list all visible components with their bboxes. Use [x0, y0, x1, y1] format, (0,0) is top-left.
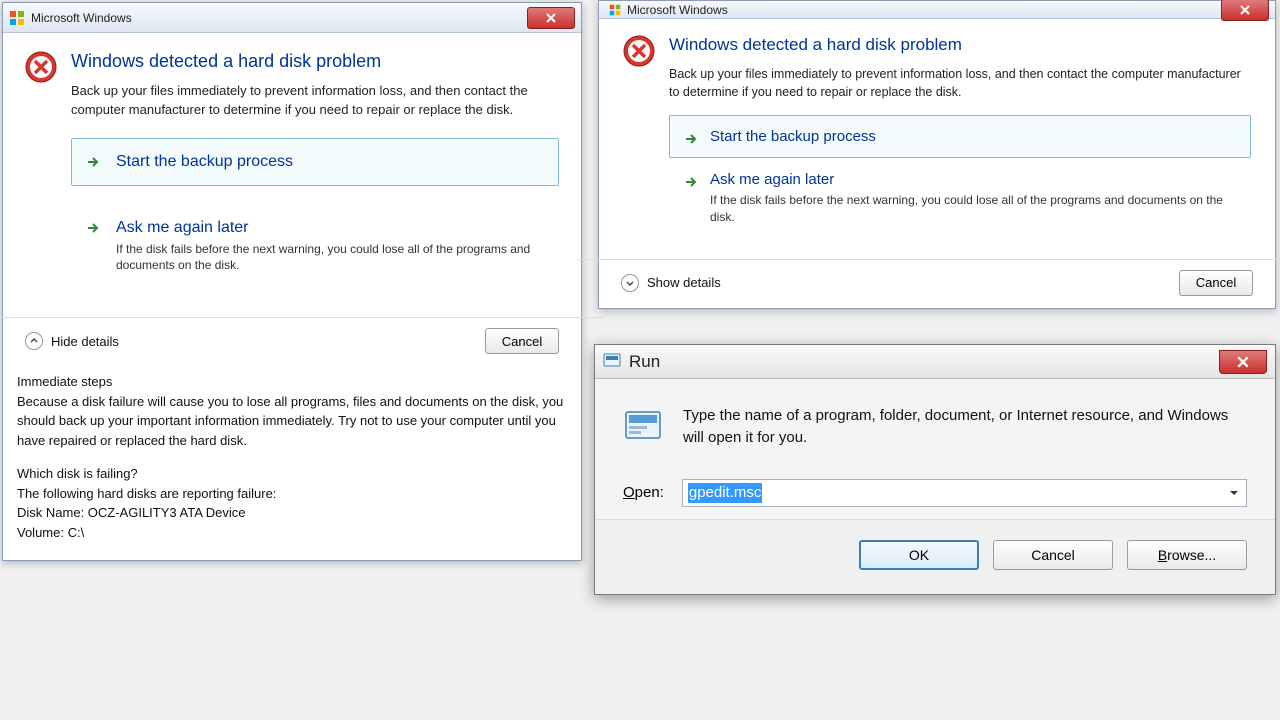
- windows-icon: [609, 4, 621, 16]
- dialog-subtext: Back up your files immediately to preven…: [71, 82, 559, 120]
- dialog-content: Windows detected a hard disk problem Bac…: [3, 33, 581, 303]
- backup-option-label: Start the backup process: [116, 153, 542, 171]
- start-backup-option[interactable]: Start the backup process: [71, 138, 559, 186]
- ok-button[interactable]: OK: [859, 540, 979, 570]
- immediate-steps-heading: Immediate steps: [17, 372, 567, 392]
- close-button[interactable]: [1219, 350, 1267, 374]
- ask-later-label: Ask me again later: [116, 219, 542, 237]
- details-bar: Hide details Cancel: [3, 318, 581, 366]
- cancel-button[interactable]: Cancel: [485, 328, 559, 354]
- chevron-down-icon: [621, 274, 639, 292]
- dropdown-icon[interactable]: [1225, 483, 1243, 503]
- cancel-button[interactable]: Cancel: [1179, 270, 1253, 296]
- ask-later-desc: If the disk fails before the next warnin…: [116, 241, 542, 275]
- cancel-button[interactable]: Cancel: [993, 540, 1113, 570]
- chevron-up-icon: [25, 332, 43, 350]
- open-combobox[interactable]: gpedit.msc: [682, 479, 1247, 507]
- window-title: Microsoft Windows: [627, 3, 1221, 17]
- details-bar: Show details Cancel: [599, 260, 1275, 308]
- dialog-heading: Windows detected a hard disk problem: [669, 35, 1251, 55]
- open-input-selection: gpedit.msc: [688, 483, 763, 503]
- ask-later-option[interactable]: Ask me again later If the disk fails bef…: [71, 204, 559, 290]
- window-title: Microsoft Windows: [31, 11, 527, 25]
- open-input[interactable]: [682, 479, 1247, 507]
- failing-intro: The following hard disks are reporting f…: [17, 484, 567, 504]
- disk-volume: Volume: C:\: [17, 523, 567, 543]
- error-icon: [25, 51, 57, 83]
- arrow-icon: [684, 175, 698, 192]
- open-label: Open:: [623, 484, 664, 501]
- details-body: Immediate steps Because a disk failure w…: [3, 366, 581, 560]
- run-title: Run: [629, 352, 660, 372]
- browse-button[interactable]: Browse...: [1127, 540, 1247, 570]
- show-details-toggle[interactable]: Show details: [621, 274, 721, 292]
- ask-later-option[interactable]: Ask me again later If the disk fails bef…: [669, 164, 1251, 237]
- hard-disk-warning-dialog-expanded: Microsoft Windows Windows detected a har…: [2, 2, 582, 561]
- run-message: Type the name of a program, folder, docu…: [683, 405, 1247, 449]
- start-backup-option[interactable]: Start the backup process: [669, 115, 1251, 158]
- arrow-icon: [684, 132, 698, 149]
- hard-disk-warning-dialog-collapsed: Microsoft Windows Windows detected a har…: [598, 0, 1276, 309]
- immediate-steps-text: Because a disk failure will cause you to…: [17, 392, 567, 451]
- close-button[interactable]: [1221, 0, 1269, 21]
- titlebar: Microsoft Windows: [3, 3, 581, 33]
- arrow-icon: [86, 155, 100, 172]
- run-body: Type the name of a program, folder, docu…: [595, 379, 1275, 519]
- ask-later-desc: If the disk fails before the next warnin…: [710, 192, 1234, 226]
- error-icon: [623, 35, 655, 67]
- arrow-icon: [86, 221, 100, 238]
- ask-later-label: Ask me again later: [710, 171, 1234, 188]
- run-program-icon: [623, 405, 663, 445]
- backup-option-label: Start the backup process: [710, 128, 1234, 145]
- run-dialog: Run Type the name of a program, folder, …: [594, 344, 1276, 595]
- hide-details-label: Hide details: [51, 334, 119, 349]
- windows-icon: [9, 10, 25, 26]
- disk-name: Disk Name: OCZ-AGILITY3 ATA Device: [17, 503, 567, 523]
- run-icon-small: [603, 351, 621, 372]
- dialog-content: Windows detected a hard disk problem Bac…: [599, 19, 1275, 245]
- show-details-label: Show details: [647, 275, 721, 290]
- close-button[interactable]: [527, 7, 575, 29]
- run-titlebar: Run: [595, 345, 1275, 379]
- dialog-heading: Windows detected a hard disk problem: [71, 51, 559, 72]
- hide-details-toggle[interactable]: Hide details: [25, 332, 119, 350]
- run-button-row: OK Cancel Browse...: [595, 519, 1275, 594]
- which-disk-heading: Which disk is failing?: [17, 464, 567, 484]
- titlebar: Microsoft Windows: [599, 1, 1275, 19]
- dialog-subtext: Back up your files immediately to preven…: [669, 65, 1251, 101]
